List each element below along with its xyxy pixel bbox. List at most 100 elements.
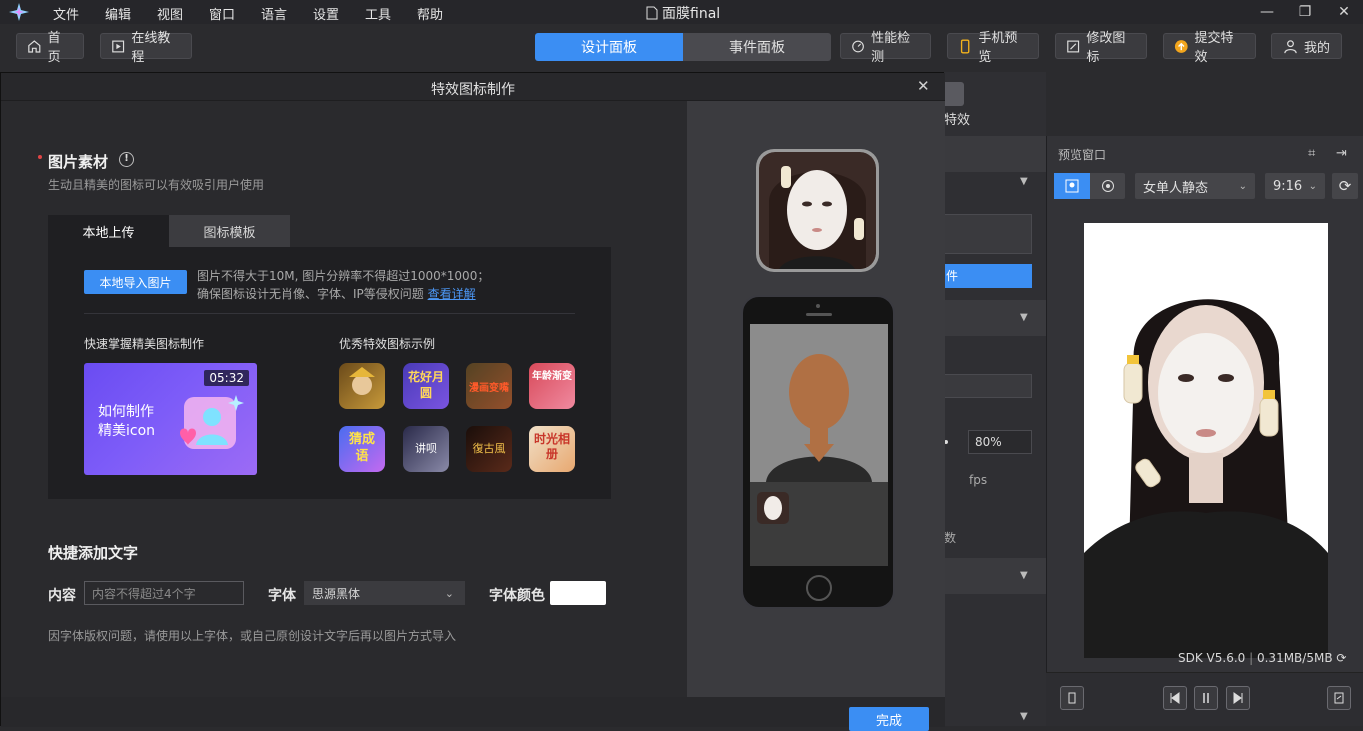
close-window-icon[interactable]: ✕ [1330,2,1358,22]
profile-button[interactable]: 我的 [1271,33,1342,59]
preview-canvas [1084,223,1328,658]
crop-icon[interactable]: ⌗ [1308,146,1315,161]
info-icon[interactable]: ! [119,152,134,167]
example-icon-7[interactable]: 復古風 [466,426,512,472]
content-input[interactable]: 内容不得超过4个字 [84,581,244,605]
example-icon-5-text: 猜成语 [348,432,375,464]
chevron-down-icon: ⌄ [1308,180,1317,192]
sdk-version: SDK V5.6.0 [1178,651,1246,665]
menu-edit[interactable]: 编辑 [105,4,131,23]
refresh-icon[interactable]: ⟳ [1332,173,1358,199]
chevron-down-icon[interactable]: ▼ [1020,570,1028,581]
icon-preview [756,149,879,272]
import-image-button[interactable]: 本地导入图片 [84,270,187,294]
menu-tools[interactable]: 工具 [365,4,391,23]
ratio-select[interactable]: 9:16 ⌄ [1265,173,1325,199]
example-icon-1[interactable] [339,363,385,409]
prev-frame-icon[interactable] [1163,686,1187,710]
font-select[interactable]: 思源黑体 ⌄ [304,581,465,605]
tutorial-button[interactable]: 在线教程 [100,31,192,65]
model-portrait-image [1084,223,1328,658]
example-icon-3[interactable]: 漫画变嘴 [466,363,512,409]
submit-effect-label: 提交特效 [1194,31,1234,65]
pause-icon[interactable] [1194,686,1218,710]
refresh-icon[interactable]: ⟳ [1336,651,1346,665]
menu-bar: 文件 编辑 视图 窗口 语言 设置 工具 帮助 面膜final — ❐ ✕ [0,0,1363,24]
upload-note-2-text: 确保图标设计无肖像、字体、IP等侵权问题 [197,287,424,301]
portrait-mode-icon[interactable] [1054,173,1090,199]
home-button[interactable]: 首页 [16,31,84,65]
collapse-bar-1[interactable] [944,136,1046,172]
effect-label: 特效 [944,113,971,128]
collapse-bar-3[interactable] [944,558,1046,594]
home-icon [28,39,41,53]
collapse-panel-icon[interactable]: ⇥ [1336,146,1347,161]
phone-icon [960,39,970,53]
tutorial-video[interactable]: 05:32 如何制作 精美icon [84,363,257,475]
export-icon[interactable] [1327,686,1351,710]
view-details-link[interactable]: 查看详解 [428,287,476,301]
video-caption: 如何制作 精美icon [98,403,155,441]
required-dot [38,155,42,159]
phone-camera [816,304,820,308]
tab-design-panel[interactable]: 设计面板 [535,33,683,61]
collapse-bar-2[interactable] [944,300,1046,336]
model-select-value: 女单人静态 [1143,180,1209,196]
phone-tray [750,482,888,566]
document-icon [646,6,658,20]
done-button[interactable]: 完成 [849,707,929,731]
effect-thumbnail[interactable] [944,82,964,106]
example-icon-5[interactable]: 猜成语 [339,426,385,472]
dialog-footer [1,697,945,727]
learn-title: 快速掌握精美图标制作 [84,337,205,351]
menu-language[interactable]: 语言 [261,4,287,23]
section-subtitle: 生动且精美的图标可以有效吸引用户使用 [48,178,265,192]
restore-icon[interactable]: ❐ [1291,2,1319,22]
edit-icon-button[interactable]: 修改图标 [1055,31,1147,65]
tab-icon-template[interactable]: 图标模板 [169,215,290,247]
chevron-down-icon[interactable]: ▼ [1020,312,1028,323]
upload-card: 本地导入图片 图片不得大于10M, 图片分辨率不得超过1000*1000； 确保… [48,247,611,499]
next-frame-icon[interactable] [1226,686,1250,710]
text-field[interactable] [944,214,1032,254]
chevron-down-icon: ⌄ [444,586,454,600]
device-icon[interactable] [1060,686,1084,710]
app-logo-icon [9,3,29,21]
chevron-down-icon[interactable]: ▼ [1020,711,1028,722]
example-icon-6[interactable]: 讲呗 [403,426,449,472]
tray-icon-thumbnail [757,492,789,524]
menu-help[interactable]: 帮助 [417,4,443,23]
example-icon-4[interactable]: 年龄渐变 [529,363,575,409]
select-field[interactable] [944,374,1032,398]
upload-note-1: 图片不得大于10M, 图片分辨率不得超过1000*1000； [197,269,490,283]
video-caption-line2: 精美icon [98,423,156,439]
video-duration: 05:32 [204,370,249,386]
partial-button[interactable]: 件 [944,264,1032,288]
menu-file[interactable]: 文件 [53,4,79,23]
example-icon-2[interactable]: 花好月圆 [403,363,449,409]
menu-settings[interactable]: 设置 [313,4,339,23]
icon-preview-area [687,101,945,697]
submit-effect-button[interactable]: 提交特效 [1163,31,1256,65]
minimize-icon[interactable]: — [1253,2,1281,22]
phone-preview-button[interactable]: 手机预览 [947,31,1039,65]
tab-event-panel[interactable]: 事件面板 [683,33,831,61]
close-icon[interactable]: ✕ [917,77,930,95]
menu-view[interactable]: 视图 [157,4,183,23]
font-select-value: 思源黑体 [312,586,361,601]
dialog-title: 特效图标制作 [431,82,515,98]
divider [84,313,575,314]
tab-local-upload[interactable]: 本地上传 [48,215,169,247]
menu-window[interactable]: 窗口 [209,4,235,23]
chevron-down-icon[interactable]: ▼ [1020,176,1028,187]
font-color-picker[interactable] [550,581,606,605]
examples-title: 优秀特效图标示例 [339,337,436,351]
example-icon-2-text: 花好月圆 [407,370,444,400]
perf-check-button[interactable]: 性能检测 [840,31,931,65]
document-title-text: 面膜final [662,6,721,22]
percent-field[interactable]: 80% [968,430,1032,454]
model-select[interactable]: 女单人静态 ⌄ [1135,173,1255,199]
example-icon-8[interactable]: 时光相册 [529,426,575,472]
camera-mode-icon[interactable] [1090,179,1125,193]
section-title: 图片素材 [48,153,109,171]
